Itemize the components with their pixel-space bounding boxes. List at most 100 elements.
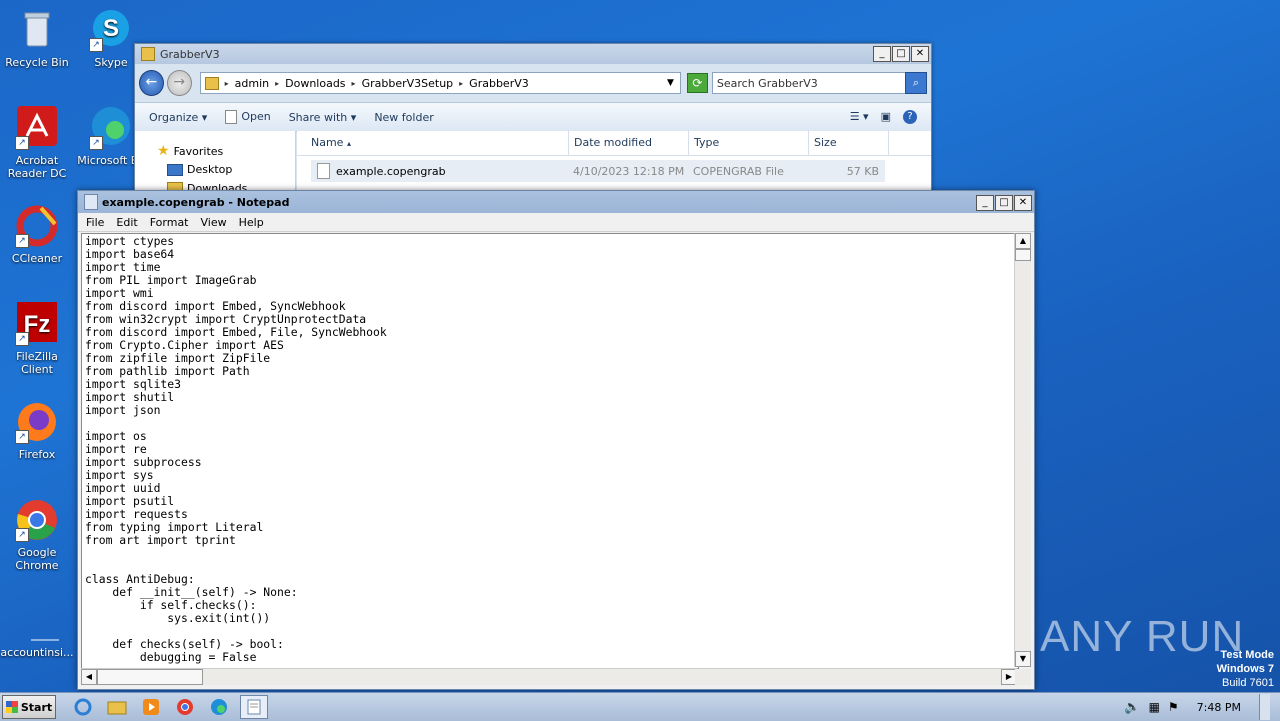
- scroll-up-icon[interactable]: ▲: [1015, 233, 1031, 249]
- file-size-cell: 57 KB: [846, 164, 879, 178]
- taskbar-ie-icon[interactable]: [70, 696, 96, 718]
- desktop-icon-recycle-bin[interactable]: Recycle Bin: [0, 8, 74, 69]
- breadcrumb-downloads[interactable]: Downloads: [285, 77, 345, 90]
- network-icon[interactable]: ▦: [1149, 700, 1160, 714]
- svg-text:S: S: [103, 15, 119, 42]
- taskbar-explorer-icon[interactable]: [104, 696, 130, 718]
- menu-help[interactable]: Help: [239, 216, 264, 229]
- breadcrumb-grabberv3setup[interactable]: GrabberV3Setup: [362, 77, 454, 90]
- desktop-icon-firefox[interactable]: ↗ Firefox: [0, 400, 74, 461]
- vertical-scroll-thumb[interactable]: [1015, 249, 1031, 261]
- desktop-icon-chrome[interactable]: ↗ Google Chrome: [0, 498, 74, 572]
- acrobat-icon: ↗: [15, 106, 59, 150]
- desktop-icon-filezilla[interactable]: Fz ↗ FileZilla Client: [0, 302, 74, 376]
- close-button[interactable]: ✕: [911, 46, 929, 62]
- open-button[interactable]: Open: [225, 110, 271, 124]
- editor-content[interactable]: import ctypes import base64 import time …: [82, 234, 1018, 665]
- shortcut-arrow-icon: ↗: [89, 38, 103, 52]
- text-editor[interactable]: import ctypes import base64 import time …: [81, 233, 1019, 669]
- ccleaner-icon: ↗: [15, 204, 59, 248]
- chevron-down-icon[interactable]: ▼: [667, 78, 674, 88]
- column-headers: Name ▴ Date modified Type Size: [297, 131, 931, 156]
- close-button[interactable]: ✕: [1014, 195, 1032, 211]
- column-date-modified[interactable]: Date modified: [569, 131, 689, 155]
- file-name-cell: example.copengrab: [311, 163, 569, 179]
- firefox-icon: ↗: [15, 400, 59, 444]
- scroll-down-icon[interactable]: ▼: [1015, 651, 1031, 667]
- file-row[interactable]: example.copengrab 4/10/2023 12:18 PM COP…: [311, 160, 885, 182]
- file-type-cell: COPENGRAB File: [693, 164, 784, 178]
- refresh-button[interactable]: ⟳: [686, 73, 708, 93]
- notepad-title: example.copengrab - Notepad: [102, 195, 290, 209]
- navigation-pane: ★ Favorites Desktop Downloads: [135, 131, 296, 194]
- help-icon[interactable]: ?: [903, 110, 917, 124]
- desktop-icon-accountinsi[interactable]: accountinsi...: [0, 612, 74, 659]
- notepad-window[interactable]: example.copengrab - Notepad _ □ ✕ File E…: [77, 190, 1035, 690]
- shortcut-arrow-icon: ↗: [15, 528, 29, 542]
- desktop-icon-acrobat[interactable]: ↗ Acrobat Reader DC: [0, 106, 74, 180]
- taskbar-edge-icon[interactable]: [206, 696, 232, 718]
- folder-icon: [141, 47, 155, 61]
- breadcrumb-admin[interactable]: admin: [235, 77, 269, 90]
- column-type[interactable]: Type: [689, 131, 809, 155]
- taskbar: Start 🔈 ▦ ⚑ 7:48 PM: [0, 692, 1280, 721]
- menu-edit[interactable]: Edit: [116, 216, 137, 229]
- column-name[interactable]: Name ▴: [297, 131, 569, 155]
- organize-button[interactable]: Organize ▾: [149, 111, 207, 124]
- search-input[interactable]: Search GrabberV3 ⌕: [711, 72, 927, 94]
- forward-button[interactable]: →: [166, 70, 192, 96]
- taskbar-chrome-icon[interactable]: [172, 696, 198, 718]
- maximize-button[interactable]: □: [892, 46, 910, 62]
- vertical-scrollbar[interactable]: ▲ ▼: [1014, 233, 1031, 667]
- file-date-cell: 4/10/2023 12:18 PM: [573, 164, 685, 178]
- document-icon: [225, 110, 238, 124]
- desktop-icon-ccleaner[interactable]: ↗ CCleaner: [0, 204, 74, 265]
- breadcrumb-grabberv3[interactable]: GrabberV3: [469, 77, 529, 90]
- maximize-button[interactable]: □: [995, 195, 1013, 211]
- horizontal-scrollbar[interactable]: ◀ ▶: [81, 668, 1017, 685]
- minimize-button[interactable]: _: [873, 46, 891, 62]
- nav-item-desktop[interactable]: Desktop: [167, 163, 232, 176]
- preview-pane-icon[interactable]: ▣: [881, 110, 891, 124]
- taskbar-notepad-icon[interactable]: [240, 695, 268, 719]
- taskbar-media-player-icon[interactable]: [138, 696, 164, 718]
- start-button[interactable]: Start: [2, 695, 56, 719]
- view-options-icon[interactable]: ☰ ▾: [850, 110, 869, 124]
- scroll-left-icon[interactable]: ◀: [81, 669, 97, 685]
- minimize-button[interactable]: _: [976, 195, 994, 211]
- menu-view[interactable]: View: [201, 216, 227, 229]
- document-icon: [317, 163, 330, 179]
- search-icon[interactable]: ⌕: [905, 72, 927, 94]
- new-folder-button[interactable]: New folder: [374, 111, 433, 124]
- breadcrumb[interactable]: ▸ admin ▸ Downloads ▸ GrabberV3Setup ▸ G…: [199, 72, 681, 94]
- folder-icon: [204, 76, 219, 90]
- test-mode-notice: Test Mode Windows 7 Build 7601: [1216, 649, 1274, 689]
- filezilla-icon: Fz ↗: [15, 302, 59, 346]
- back-button[interactable]: ←: [139, 70, 164, 96]
- skype-icon: S ↗: [89, 8, 133, 52]
- star-icon: ★: [157, 143, 170, 159]
- recycle-bin-icon: [15, 8, 59, 52]
- explorer-titlebar[interactable]: GrabberV3: [135, 44, 931, 64]
- notepad-titlebar[interactable]: example.copengrab - Notepad: [78, 191, 1034, 213]
- windows-logo-icon: [5, 701, 18, 713]
- action-center-flag-icon[interactable]: ⚑: [1168, 700, 1179, 714]
- chrome-icon: ↗: [15, 498, 59, 542]
- clock[interactable]: 7:48 PM: [1197, 701, 1241, 714]
- explorer-window[interactable]: GrabberV3 _ □ ✕ ← → ▸ admin ▸ Downloads …: [134, 43, 932, 195]
- shortcut-arrow-icon: ↗: [15, 332, 29, 346]
- nav-item-favorites[interactable]: ★ Favorites: [157, 143, 223, 159]
- system-tray: 🔈 ▦ ⚑ 7:48 PM: [1124, 693, 1280, 721]
- menu-format[interactable]: Format: [150, 216, 189, 229]
- share-with-button[interactable]: Share with ▾: [289, 111, 357, 124]
- menu-bar: File Edit Format View Help: [78, 213, 1034, 232]
- menu-file[interactable]: File: [86, 216, 104, 229]
- command-bar: Organize ▾ Open Share with ▾ New folder …: [135, 102, 931, 132]
- show-desktop-button[interactable]: [1259, 694, 1270, 720]
- column-size[interactable]: Size: [809, 131, 889, 155]
- horizontal-scroll-thumb[interactable]: [97, 669, 203, 685]
- notepad-window-controls: _ □ ✕: [976, 195, 1032, 211]
- volume-icon[interactable]: 🔈: [1124, 700, 1140, 715]
- resize-grip[interactable]: [1015, 669, 1031, 685]
- shortcut-arrow-icon: ↗: [15, 136, 29, 150]
